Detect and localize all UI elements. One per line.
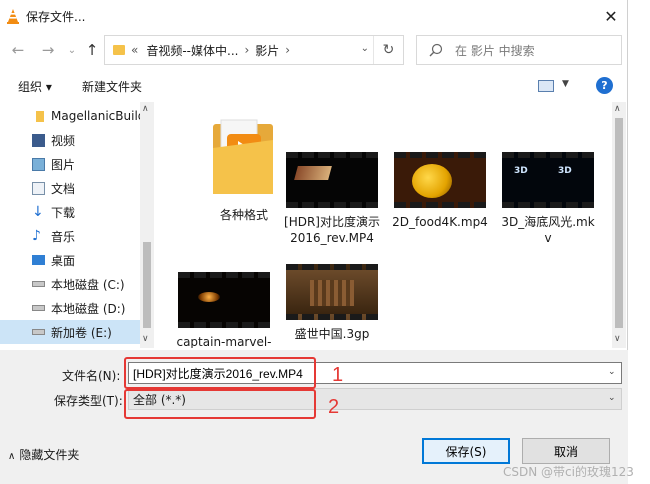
file-list-scrollbar[interactable]: ∧ ∨ [612, 102, 626, 348]
folder-with-video-icon [213, 119, 273, 194]
nav-item-desktop[interactable]: 桌面 [0, 248, 140, 272]
folder-icon [113, 45, 125, 55]
file-item-food4k[interactable]: 2D_food4K.mp4 [392, 152, 488, 230]
scroll-up-chevron-icon[interactable]: ∧ [614, 104, 621, 114]
new-folder-button[interactable]: 新建文件夹 [82, 78, 142, 95]
drive-icon [32, 329, 45, 335]
video-thumbnail [286, 264, 378, 320]
file-name: 盛世中国.3gp [294, 327, 370, 341]
video-thumbnail [286, 152, 378, 208]
annotation-number-1: 1 [332, 364, 344, 386]
nav-item-downloads[interactable]: ↓ 下载 [0, 200, 140, 224]
file-item-3d-undersea[interactable]: 3D 3D 3D_海底风光.mkv [500, 152, 596, 246]
cancel-button[interactable]: 取消 [522, 438, 610, 464]
scroll-down-chevron-icon[interactable]: ∨ [142, 334, 149, 344]
nav-pane-scroll-thumb[interactable] [143, 242, 151, 328]
nav-item-label: 音乐 [51, 229, 76, 244]
save-dialog: 保存文件... ✕ ← → ⌄ ↑ « 音视频--媒体中... › 影片 › ⌄… [0, 0, 628, 484]
nav-item-label: 图片 [51, 157, 76, 172]
video-icon [32, 133, 45, 147]
nav-item-label: 本地磁盘 (D:) [51, 301, 126, 316]
nav-item-drive-e[interactable]: 新加卷 (E:) [0, 320, 140, 344]
nav-item-label: 文档 [51, 181, 76, 196]
desktop-icon [32, 255, 45, 265]
hide-folders-label: 隐藏文件夹 [19, 448, 80, 462]
filetype-label: 保存类型(T): [54, 394, 123, 408]
recent-locations-chevron-icon[interactable]: ⌄ [62, 40, 82, 60]
back-arrow-icon[interactable]: ← [8, 40, 28, 60]
video-thumbnail: 3D 3D [502, 152, 594, 208]
nav-item-pictures[interactable]: 图片 [0, 152, 140, 176]
nav-item-label: 下载 [51, 205, 76, 220]
search-box[interactable]: 在 影片 中搜索 [416, 35, 622, 65]
file-name: 3D_海底风光.mkv [501, 215, 595, 245]
nav-item-documents[interactable]: 文档 [0, 176, 140, 200]
nav-item-label: 本地磁盘 (C:) [51, 277, 125, 292]
nav-item-label: 视频 [51, 133, 76, 148]
collapse-chevron-icon: ∧ [8, 451, 16, 462]
file-name: 2D_food4K.mp4 [392, 215, 488, 229]
music-icon: ♪ [32, 227, 41, 244]
up-arrow-icon[interactable]: ↑ [82, 40, 102, 60]
file-item-hdr-video[interactable]: [HDR]对比度演示2016_rev.MP4 [284, 152, 380, 246]
command-toolbar: 组织 ▾ 新建文件夹 [0, 72, 628, 100]
help-icon[interactable]: ? [596, 77, 613, 94]
nav-item-drive-c[interactable]: 本地磁盘 (C:) [0, 272, 140, 296]
view-options-icon[interactable] [538, 80, 554, 92]
file-name: captain-marvel-trailer-1_h1080 [176, 335, 272, 348]
filename-dropdown-chevron-icon[interactable]: ⌄ [608, 367, 616, 377]
document-icon [32, 181, 45, 195]
scroll-down-chevron-icon[interactable]: ∨ [614, 334, 621, 344]
file-item-folder[interactable]: 各种格式 [196, 118, 292, 223]
filetype-dropdown-chevron-icon[interactable]: ⌄ [608, 393, 616, 403]
nav-item-music[interactable]: ♪ 音乐 [0, 224, 140, 248]
nav-item-label: 新加卷 (E:) [51, 325, 112, 340]
nav-item-magellanic[interactable]: MagellanicBuild [0, 104, 145, 128]
search-placeholder: 在 影片 中搜索 [455, 43, 535, 58]
breadcrumb-separator: › [244, 43, 250, 57]
annotation-box-2 [124, 389, 316, 419]
breadcrumb-media-center[interactable]: 音视频--媒体中... [146, 42, 238, 59]
video-thumbnail [178, 272, 270, 328]
file-list-scroll-thumb[interactable] [615, 118, 623, 328]
title-bar: 保存文件... ✕ [0, 0, 628, 32]
drive-icon [32, 281, 45, 287]
csdn-watermark: CSDN @带ci的玫瑰123 [503, 465, 634, 479]
close-button[interactable]: ✕ [598, 4, 624, 28]
breadcrumb-separator: › [285, 43, 291, 57]
file-name: 各种格式 [219, 208, 268, 222]
download-icon: ↓ [32, 203, 44, 220]
file-item-shengshi[interactable]: 盛世中国.3gp [284, 264, 380, 342]
nav-item-drive-d[interactable]: 本地磁盘 (D:) [0, 296, 140, 320]
scroll-up-chevron-icon[interactable]: ∧ [142, 104, 149, 114]
video-thumbnail [394, 152, 486, 208]
nav-item-label: 桌面 [51, 253, 76, 268]
annotation-number-2: 2 [328, 396, 340, 418]
address-history-chevron-icon[interactable]: ⌄ [361, 43, 369, 54]
view-dropdown-chevron-icon[interactable]: ▼ [562, 79, 569, 89]
refresh-icon[interactable]: ↻ [373, 36, 403, 64]
folder-icon [36, 110, 44, 122]
forward-arrow-icon[interactable]: → [38, 40, 58, 60]
navigation-pane: MagellanicBuild 视频 图片 文档 ↓ 下载 ♪ 音乐 桌面 本地… [0, 102, 156, 348]
breadcrumb-overflow[interactable]: « [131, 43, 138, 57]
file-list: 各种格式 [HDR]对比度演示2016_rev.MP4 2D_food4K.mp… [156, 102, 612, 348]
picture-icon [32, 157, 45, 171]
window-title: 保存文件... [26, 10, 86, 24]
organize-menu[interactable]: 组织 ▾ [18, 78, 52, 95]
annotation-box-1 [124, 357, 316, 389]
nav-item-label: MagellanicBuild [51, 109, 146, 123]
search-icon [429, 43, 443, 57]
nav-pane-scrollbar[interactable]: ∧ ∨ [140, 102, 154, 348]
save-button[interactable]: 保存(S) [422, 438, 510, 464]
filename-label: 文件名(N): [62, 369, 121, 383]
drive-icon [32, 305, 45, 311]
breadcrumb-movies[interactable]: 影片 [255, 42, 279, 59]
file-item-captain-marvel[interactable]: captain-marvel-trailer-1_h1080 [176, 272, 272, 348]
nav-item-videos[interactable]: 视频 [0, 128, 140, 152]
file-name: [HDR]对比度演示2016_rev.MP4 [284, 215, 380, 245]
vlc-cone-icon [7, 9, 19, 24]
hide-folders-toggle[interactable]: ∧ 隐藏文件夹 [8, 446, 79, 463]
address-bar[interactable]: « 音视频--媒体中... › 影片 › ⌄ ↻ [104, 35, 404, 65]
